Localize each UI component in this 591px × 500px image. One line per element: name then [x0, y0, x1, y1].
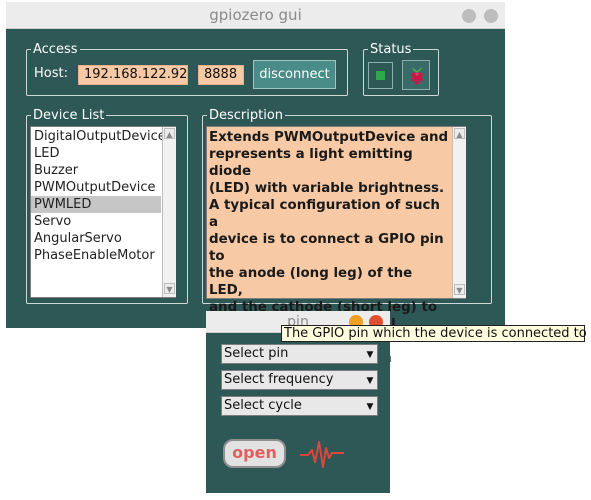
disconnect-button[interactable]: disconnect: [253, 60, 336, 89]
description-legend: Description: [209, 108, 284, 123]
description-line: device is to connect a GPIO pin to: [209, 232, 444, 264]
status-indicator: [368, 62, 393, 89]
description-line: (LED) with variable brightness.: [209, 181, 445, 196]
device-list-item[interactable]: PhaseEnableMotor: [31, 247, 161, 264]
scroll-up-icon[interactable]: ▲: [454, 128, 465, 139]
device-list-legend: Device List: [33, 108, 105, 123]
description-line: A typical configuration of such a: [209, 198, 440, 230]
access-legend: Access: [33, 42, 78, 57]
status-led-icon: [376, 71, 385, 80]
close-button[interactable]: [484, 9, 498, 23]
description-line: Extends PWMOutputDevice and: [209, 130, 449, 145]
description-line: represents a light emitting diode: [209, 147, 413, 179]
raspberry-pi-button[interactable]: [402, 60, 430, 90]
host-label: Host:: [34, 66, 68, 81]
device-list-item[interactable]: DigitalOutputDevice: [31, 128, 166, 145]
chevron-down-icon: ▼: [366, 376, 374, 386]
window-title: gpiozero gui: [209, 6, 302, 24]
device-list-scrollbar[interactable]: ▲ ▼: [162, 127, 176, 297]
status-legend: Status: [370, 42, 412, 57]
device-items: DigitalOutputDevice LED Buzzer PWMOutputDev…: [31, 128, 166, 264]
title-bar[interactable]: gpiozero gui: [6, 2, 505, 29]
pulse-icon: [300, 441, 344, 468]
device-list-item[interactable]: Buzzer: [31, 162, 161, 179]
scroll-down-icon[interactable]: ▼: [454, 284, 465, 295]
select-frequency-label: Select frequency: [224, 372, 334, 387]
device-list-item[interactable]: AngularServo: [31, 230, 161, 247]
scroll-down-icon[interactable]: ▼: [164, 283, 175, 294]
select-pin-label: Select pin: [224, 346, 289, 361]
main-window: gpiozero gui Access Host: 192.168.122.92…: [6, 2, 505, 400]
device-list-item[interactable]: PWMLED: [31, 196, 161, 213]
description-box[interactable]: Extends PWMOutputDevice and represents a …: [206, 126, 466, 400]
chevron-down-icon: ▼: [366, 402, 374, 412]
select-cycle-label: Select cycle: [224, 398, 302, 413]
device-listbox[interactable]: DigitalOutputDevice LED Buzzer PWMOutputDev…: [30, 126, 176, 298]
host-input[interactable]: 192.168.122.92: [78, 65, 188, 85]
raspberry-pi-icon: [411, 67, 423, 85]
device-list-item[interactable]: Servo: [31, 213, 161, 230]
port-input[interactable]: 8888: [198, 65, 244, 85]
device-list-item[interactable]: PWMOutputDevice: [31, 179, 161, 196]
description-line: the anode (long leg) of the LED,: [209, 266, 413, 298]
minimize-button[interactable]: [462, 9, 476, 23]
tooltip: The GPIO pin which the device is connect…: [281, 325, 587, 342]
device-list-item[interactable]: LED: [31, 145, 161, 162]
select-cycle-dropdown[interactable]: Select cycle ▼: [221, 396, 378, 416]
open-button[interactable]: open: [223, 439, 286, 468]
select-frequency-dropdown[interactable]: Select frequency ▼: [221, 370, 378, 390]
select-pin-dropdown[interactable]: Select pin ▼: [221, 344, 378, 364]
description-scrollbar[interactable]: ▲ ▼: [452, 127, 466, 298]
chevron-down-icon: ▼: [366, 350, 374, 360]
scroll-up-icon[interactable]: ▲: [164, 128, 175, 139]
